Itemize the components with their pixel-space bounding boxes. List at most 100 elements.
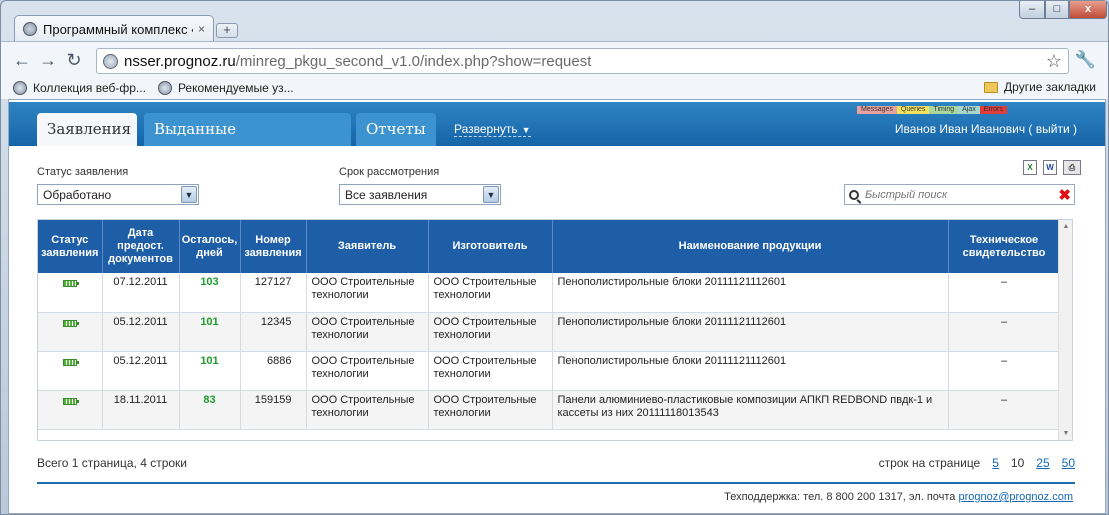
- browser-tab[interactable]: Программный комплекс « ×: [14, 15, 214, 42]
- column-header[interactable]: Изготовитель: [428, 220, 553, 273]
- user-logout-link[interactable]: Иванов Иван Иванович ( выйти ): [895, 122, 1077, 136]
- table-row[interactable]: 05.12.2011 101 12345 ООО Строительные те…: [38, 312, 1061, 352]
- date-cell: 05.12.2011: [102, 312, 180, 352]
- table-row[interactable]: 07.12.2011 103 127127 ООО Строительные т…: [38, 273, 1061, 313]
- product-cell: Панели алюминиево-пластиковые композиции…: [552, 390, 949, 430]
- term-filter-value: Все заявления: [345, 188, 428, 202]
- maker-cell: ООО Строительные технологии: [428, 273, 553, 313]
- reload-button[interactable]: ↻: [61, 47, 87, 73]
- status-filter-value: Обработано: [43, 188, 112, 202]
- applicant-cell: ООО Строительные технологии: [306, 351, 429, 391]
- scroll-up-icon[interactable]: ▲: [1059, 223, 1072, 230]
- page-size-option[interactable]: 25: [1036, 456, 1049, 470]
- url-host: nsser.prognoz.ru: [124, 52, 236, 70]
- debug-ajax[interactable]: Ajax: [958, 106, 980, 114]
- bookmark-item[interactable]: Коллекция веб-фр...: [13, 81, 146, 95]
- table-row[interactable]: 18.11.2011 83 159159 ООО Строительные те…: [38, 390, 1061, 430]
- print-icon[interactable]: ⎙: [1063, 160, 1081, 175]
- status-filter-label: Статус заявления: [37, 166, 129, 178]
- certificate-cell: –: [948, 312, 1061, 352]
- product-cell: Пенополистирольные блоки 20111121112601: [552, 273, 949, 313]
- status-cell: [38, 273, 103, 313]
- number-cell: 12345: [240, 312, 307, 352]
- status-filter-select[interactable]: Обработано ▼: [37, 184, 199, 205]
- quick-search: ✖: [844, 184, 1075, 205]
- status-battery-icon: [62, 358, 79, 366]
- clear-search-icon[interactable]: ✖: [1058, 186, 1071, 204]
- bookmark-label: Коллекция веб-фр...: [33, 81, 146, 95]
- tab-strip: Программный комплекс « × + – □ x: [1, 1, 1108, 42]
- column-header[interactable]: Номер заявления: [240, 220, 307, 273]
- forward-button[interactable]: →: [35, 47, 61, 73]
- folder-icon: [984, 81, 999, 93]
- maker-cell: ООО Строительные технологии: [428, 312, 553, 352]
- other-bookmarks[interactable]: Другие закладки: [984, 80, 1096, 94]
- globe-icon: [157, 81, 172, 95]
- maker-cell: ООО Строительные технологии: [428, 390, 553, 430]
- column-header[interactable]: Осталось, дней: [179, 220, 241, 273]
- table-scrollbar[interactable]: ▲ ▼: [1058, 220, 1072, 440]
- export-toolbar: X W ⎙: [1023, 160, 1081, 175]
- tab-applications[interactable]: Заявления: [37, 113, 137, 146]
- days-left-cell: 101: [179, 351, 241, 391]
- expand-menu-button[interactable]: Развернуть ▼: [454, 122, 531, 137]
- column-header[interactable]: Заявитель: [306, 220, 429, 273]
- tab-reports[interactable]: Отчеты: [356, 113, 436, 146]
- wrench-menu-icon[interactable]: 🔧: [1075, 50, 1096, 70]
- close-tab-icon[interactable]: ×: [198, 22, 205, 36]
- url-path: /minreg_pkgu_second_v1.0/index.php?show=…: [235, 52, 592, 70]
- scroll-down-icon[interactable]: ▼: [1059, 430, 1072, 437]
- certificate-cell: –: [948, 273, 1061, 313]
- debug-messages[interactable]: Messages: [857, 106, 897, 114]
- number-cell: 159159: [240, 390, 307, 430]
- debug-errors[interactable]: Errors: [979, 106, 1007, 114]
- new-tab-button[interactable]: +: [216, 23, 238, 38]
- days-left-cell: 83: [179, 390, 241, 430]
- debug-queries[interactable]: Queries: [896, 106, 930, 114]
- certificate-cell: –: [948, 390, 1061, 430]
- status-battery-icon: [62, 397, 79, 405]
- applicant-cell: ООО Строительные технологии: [306, 273, 429, 313]
- days-left-cell: 103: [179, 273, 241, 313]
- browser-tab-title: Программный комплекс «: [43, 21, 193, 37]
- excel-export-icon[interactable]: X: [1023, 160, 1037, 175]
- applicant-cell: ООО Строительные технологии: [306, 390, 429, 430]
- page-favicon-icon: [23, 22, 37, 36]
- table-row[interactable]: 05.12.2011 101 6886 ООО Строительные тех…: [38, 351, 1061, 391]
- status-cell: [38, 390, 103, 430]
- close-window-button[interactable]: x: [1069, 1, 1107, 19]
- back-button[interactable]: ←: [9, 47, 35, 73]
- bookmark-item[interactable]: Рекомендуемые уз...: [157, 81, 294, 95]
- page-size-option[interactable]: 5: [992, 456, 999, 470]
- term-filter-label: Срок рассмотрения: [339, 166, 440, 178]
- column-header[interactable]: Дата предост. документов: [102, 220, 180, 273]
- chevron-down-icon: ▼: [181, 186, 197, 203]
- search-icon: [849, 189, 859, 200]
- maker-cell: ООО Строительные технологии: [428, 351, 553, 391]
- date-cell: 05.12.2011: [102, 351, 180, 391]
- status-battery-icon: [62, 280, 79, 287]
- applicant-cell: ООО Строительные технологии: [306, 312, 429, 352]
- support-email-link[interactable]: prognoz@prognoz.com: [958, 491, 1073, 503]
- minimize-window-button[interactable]: –: [1019, 1, 1045, 19]
- search-input[interactable]: [865, 188, 1055, 201]
- page-content: Заявления Выданные свидетельства Отчеты …: [8, 99, 1106, 514]
- debug-timing[interactable]: Timing: [929, 106, 959, 114]
- maximize-window-button[interactable]: □: [1045, 1, 1069, 19]
- expand-label: Развернуть: [454, 122, 518, 136]
- rows-per-page-label: строк на странице: [878, 456, 981, 470]
- chevron-down-icon: ▼: [521, 125, 531, 135]
- column-header[interactable]: Наименование продукции: [552, 220, 949, 273]
- number-cell: 6886: [240, 351, 307, 391]
- bookmark-star-icon[interactable]: ☆: [1046, 51, 1062, 72]
- term-filter-select[interactable]: Все заявления ▼: [339, 184, 501, 205]
- address-bar[interactable]: nsser.prognoz.ru/minreg_pkgu_second_v1.0…: [96, 48, 1069, 74]
- page-size-option[interactable]: 50: [1062, 456, 1075, 470]
- column-header[interactable]: Техническое свидетельство: [948, 220, 1061, 273]
- chevron-down-icon: ▼: [483, 186, 499, 203]
- app-header: Заявления Выданные свидетельства Отчеты …: [9, 102, 1105, 170]
- column-header[interactable]: Статус заявления: [38, 220, 103, 273]
- bookmarks-bar: Коллекция веб-фр... Рекомендуемые уз... …: [1, 77, 1108, 99]
- tab-issued-certificates[interactable]: Выданные свидетельства: [144, 113, 351, 170]
- word-export-icon[interactable]: W: [1043, 160, 1057, 175]
